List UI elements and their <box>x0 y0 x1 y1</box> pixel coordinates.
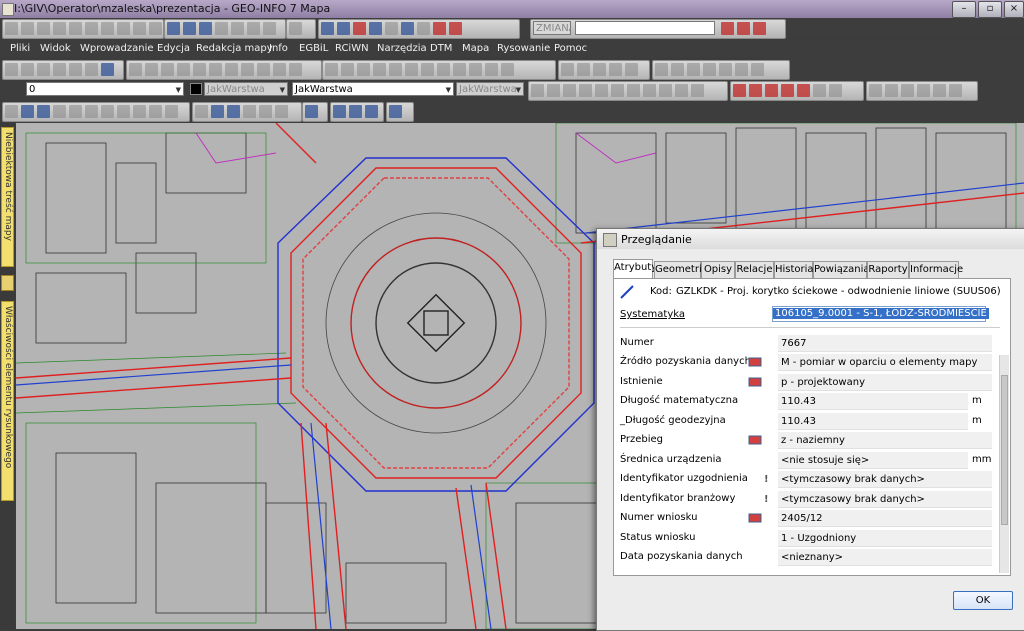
window-title: I:\GIV\Operator\mzaleska\prezentacja - G… <box>14 2 331 15</box>
dialog-title: Przeglądanie <box>621 233 692 246</box>
tab-relacje[interactable]: Relacje <box>735 261 774 279</box>
table-toolbar[interactable] <box>652 60 790 80</box>
linetype-select[interactable]: JakWarstwa ▼ <box>292 82 454 96</box>
required-icon: ! <box>764 494 769 505</box>
dialog-title-bar: Przeglądanie <box>597 229 1024 249</box>
zmiana-input[interactable] <box>575 21 715 35</box>
tab-historia[interactable]: Historia <box>774 261 814 279</box>
zmiana-icon-3 <box>753 22 766 35</box>
maximize-button[interactable]: ▫ <box>978 1 1002 18</box>
menu-rciwn[interactable]: RCiWN <box>335 43 369 54</box>
drawing-tools-toolbar[interactable] <box>2 102 190 122</box>
change-toolbar: ZMIANA <box>530 19 786 39</box>
title-bar: I:\GIV\Operator\mzaleska\prezentacja - G… <box>0 0 1024 18</box>
menu-edycja[interactable]: Edycja <box>157 43 190 54</box>
edit-toolbar[interactable] <box>2 60 124 80</box>
menu-dtm[interactable]: DTM <box>430 43 452 54</box>
snap-toolbar[interactable] <box>528 81 728 101</box>
draw-toolbar[interactable] <box>318 19 520 39</box>
tab-powiazania[interactable]: Powiązania <box>813 261 870 279</box>
zmiana-label: ZMIANA <box>533 21 571 35</box>
menu-egbil[interactable]: EGBiL <box>299 43 328 54</box>
attributes-panel: Kod: GZLKDK - Proj. korytko ściekowe - o… <box>613 278 1011 576</box>
tab-non-object-content[interactable]: Niebiektowa treść mapy <box>1 127 14 267</box>
menu-pomoc[interactable]: Pomoc <box>554 43 587 54</box>
browse-dialog: Przeglądanie Atrybuty Geometria Opisy Re… <box>596 228 1024 631</box>
tab-atrybuty[interactable]: Atrybuty <box>613 259 657 279</box>
tab-geometria[interactable]: Geometria <box>654 261 708 279</box>
side-panel: Niebiektowa treść mapy Właściwości eleme… <box>0 123 15 629</box>
kod-value: GZLKDK - Proj. korytko ściekowe - odwodn… <box>676 286 1001 297</box>
tab-informacje[interactable]: Informacje <box>909 261 963 279</box>
menu-info[interactable]: Info <box>269 43 288 54</box>
minimize-button[interactable]: – <box>952 1 976 18</box>
dictionary-icon[interactable] <box>748 357 762 367</box>
grid-toolbar[interactable] <box>302 102 328 122</box>
menu-pliki[interactable]: Pliki <box>10 43 30 54</box>
menu-mapa[interactable]: Mapa <box>462 43 489 54</box>
file-toolbar[interactable] <box>2 19 164 39</box>
menu-narzedzia[interactable]: Narzędzia <box>377 43 427 54</box>
transform-toolbar[interactable] <box>126 60 322 80</box>
object-toolbar[interactable] <box>558 60 650 80</box>
measure-toolbar[interactable] <box>330 102 384 122</box>
dialog-icon <box>603 233 617 247</box>
lineweight-select[interactable]: JakWarstwa ▼ <box>456 82 524 96</box>
toolbar-row-2 <box>0 59 1024 80</box>
dictionary-icon[interactable] <box>748 435 762 445</box>
layer-toolbar-row: 0 ▼ JakWarstwa ▼ JakWarstwa ▼ JakWarstwa ▼ <box>0 80 1024 101</box>
scrollbar-thumb[interactable] <box>1001 375 1008 525</box>
dictionary-icon[interactable] <box>748 377 762 387</box>
help-toolbar[interactable] <box>286 19 316 39</box>
extra-toolbar[interactable] <box>866 81 978 101</box>
tab-opisy[interactable]: Opisy <box>701 261 735 279</box>
systematyka-label: Systematyka <box>620 309 685 320</box>
required-icon: ! <box>764 474 769 485</box>
app-icon <box>2 3 14 16</box>
toolbar-row-4 <box>0 101 1024 123</box>
divider <box>620 327 1000 328</box>
dictionary-icon[interactable] <box>748 513 762 523</box>
annotation-toolbar[interactable] <box>730 81 864 101</box>
layer-select[interactable]: 0 ▼ <box>26 82 184 96</box>
line-object-icon <box>620 285 634 299</box>
menu-wprowadzanie[interactable]: Wprowadzanie <box>80 43 154 54</box>
tab-raporty[interactable]: Raporty <box>867 261 909 279</box>
sidebar-pin-icon[interactable] <box>1 275 14 291</box>
systematyka-field[interactable]: 106105_9.0001 - S-1, ŁÓDŹ-ŚRÓDMIEŚCIE <box>772 306 989 322</box>
kod-label: Kod: <box>650 286 672 297</box>
zmiana-icon-1 <box>721 22 734 35</box>
menu-widok[interactable]: Widok <box>40 43 71 54</box>
toolbar-row-1: ZMIANA <box>0 18 1024 39</box>
select-toolbar[interactable] <box>192 102 302 122</box>
tab-element-properties[interactable]: Właściwości elementu rysunkowego <box>1 301 14 501</box>
zmiana-icon-2 <box>737 22 750 35</box>
close-button[interactable]: × <box>1004 1 1024 18</box>
menu-redakcja-mapy[interactable]: Redakcja mapy <box>196 43 273 54</box>
modify-toolbar[interactable] <box>322 60 556 80</box>
menu-rysowanie[interactable]: Rysowanie <box>497 43 550 54</box>
color-swatch[interactable] <box>190 83 202 95</box>
zoom-toolbar[interactable] <box>164 19 286 39</box>
systematyka-value: 106105_9.0001 - S-1, ŁÓDŹ-ŚRÓDMIEŚCIE <box>773 308 989 319</box>
ok-button[interactable]: OK <box>953 591 1013 610</box>
attributes-scrollbar[interactable] <box>999 355 1009 573</box>
menu-bar: Pliki Widok Wprowadzanie Edycja Redakcja… <box>0 40 1024 58</box>
window-toolbar[interactable] <box>386 102 414 122</box>
color-select[interactable]: JakWarstwa ▼ <box>204 82 288 96</box>
